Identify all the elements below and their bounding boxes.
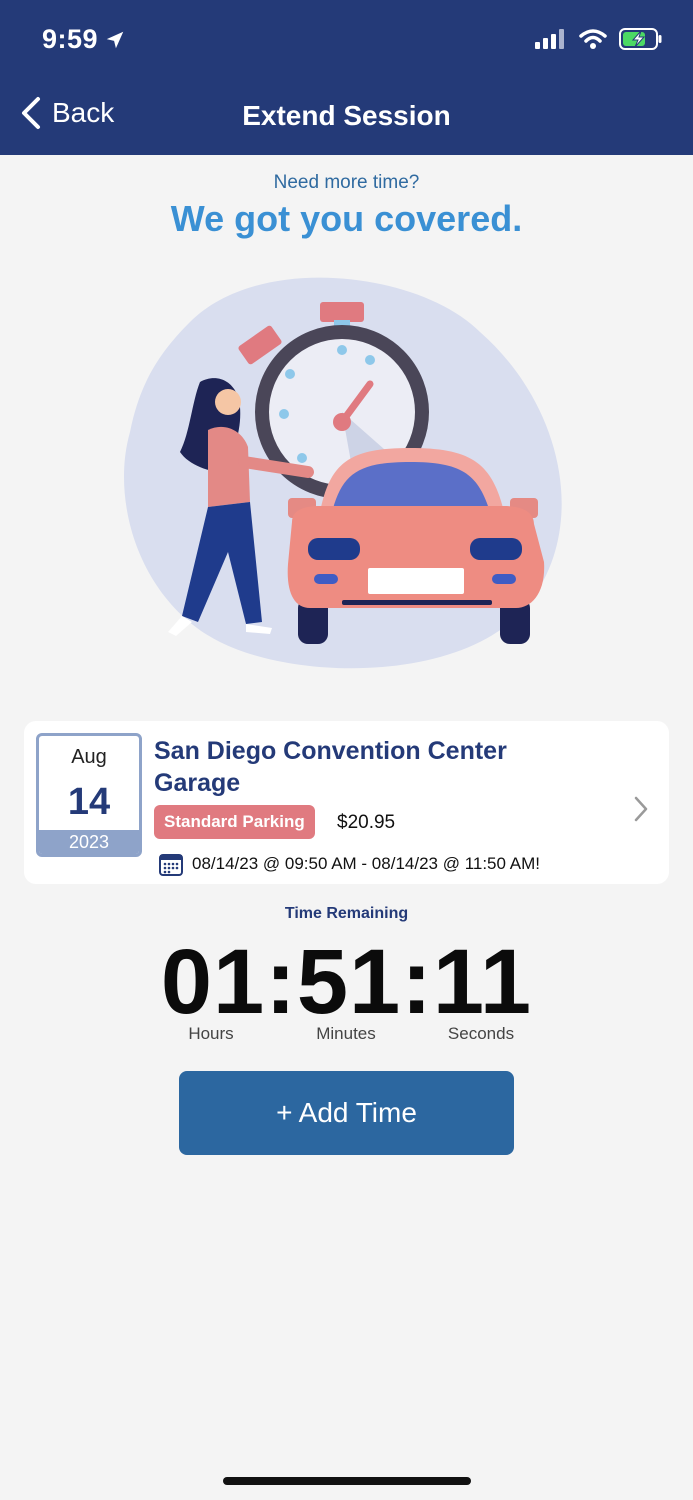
battery-charging-icon xyxy=(619,28,662,50)
status-indicators xyxy=(535,28,663,50)
promo-subtitle: Need more time? xyxy=(273,172,420,193)
date-badge: Aug 14 2023 xyxy=(36,733,142,857)
session-price: $20.95 xyxy=(337,812,396,833)
add-time-button[interactable]: + Add Time xyxy=(179,1071,514,1155)
hours-label: Hours xyxy=(188,1024,234,1043)
promo-headline: We got you covered. xyxy=(170,198,523,239)
countdown-timer: 01:51:11 xyxy=(160,931,533,1033)
location-name: San Diego Convention Center Garage xyxy=(154,737,507,797)
page-title: Extend Session xyxy=(242,100,451,131)
wifi-icon xyxy=(579,29,607,49)
chevron-right-icon xyxy=(634,796,648,822)
status-time-text: 9:59 xyxy=(42,24,99,54)
date-month: Aug xyxy=(71,746,107,768)
minutes-label: Minutes xyxy=(316,1024,376,1043)
session-time-range: 08/14/23 @ 09:50 AM - 08/14/23 @ 11:50 A… xyxy=(192,854,540,873)
home-indicator xyxy=(223,1477,471,1485)
status-clock: 9:59 xyxy=(42,24,126,55)
top-bar: 9:59 Back Extend Session xyxy=(0,0,693,155)
date-year: 2023 xyxy=(39,830,139,854)
seconds-label: Seconds xyxy=(447,1024,515,1043)
cellular-signal-icon xyxy=(535,29,564,49)
calendar-icon xyxy=(159,854,183,876)
session-card[interactable]: Aug 14 2023 San Diego Convention Center … xyxy=(24,721,669,884)
location-arrow-icon xyxy=(106,31,124,48)
parking-illustration xyxy=(124,277,562,669)
date-day: 14 xyxy=(67,781,111,823)
parking-type-badge: Standard Parking xyxy=(154,805,315,839)
time-remaining-label: Time Remaining xyxy=(284,905,409,922)
